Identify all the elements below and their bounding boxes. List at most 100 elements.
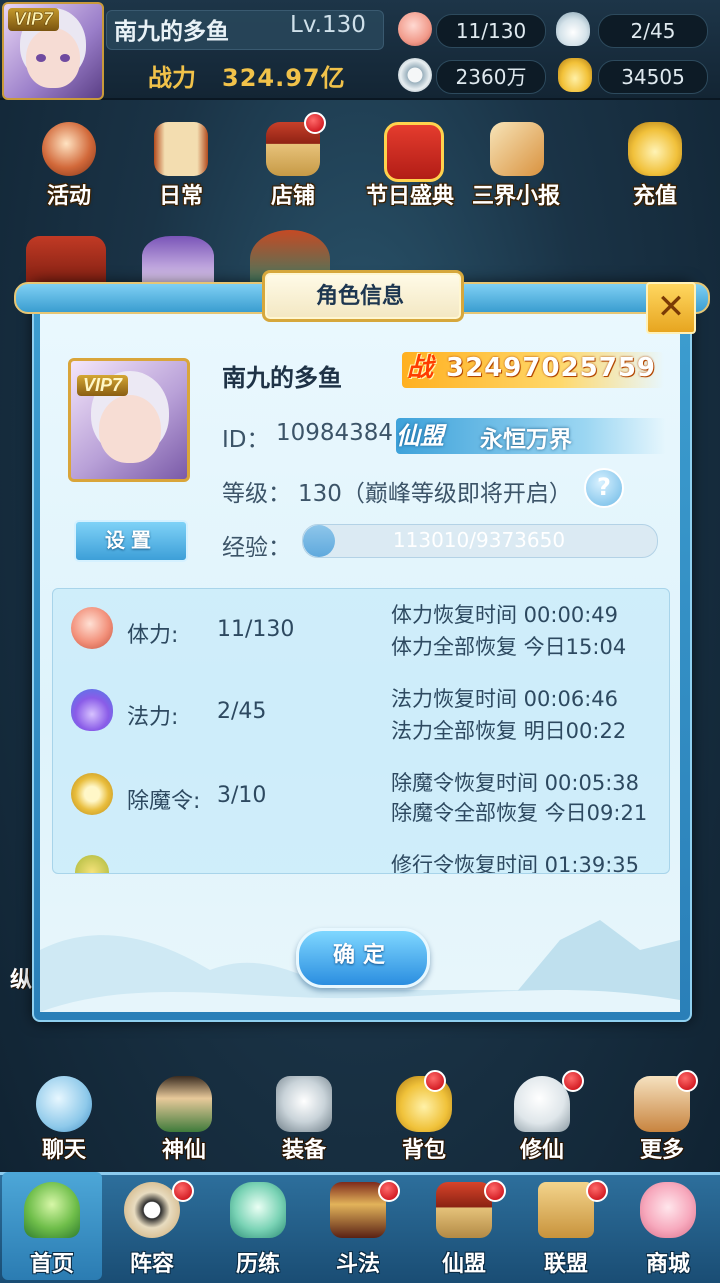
vip-badge: VIP7 (8, 8, 60, 31)
newspaper-icon (490, 122, 544, 176)
role-name: 南九的多鱼 (222, 364, 342, 392)
nav-store[interactable]: 商城 (618, 1172, 718, 1280)
bag-button[interactable]: 背包 (384, 1076, 464, 1172)
gourd-icon (230, 1182, 286, 1238)
role-portrait: VIP7 (68, 358, 190, 482)
festival-button[interactable]: 节日盛典 (362, 120, 458, 220)
shop-label: 店铺 (270, 184, 315, 209)
gold-counter[interactable]: 34505 (598, 60, 708, 94)
mana-label: 法力: (127, 705, 179, 730)
shop-button[interactable]: 店铺 (250, 120, 336, 220)
daily-label: 日常 (158, 184, 203, 209)
shop-notification-dot (304, 112, 326, 134)
guild-name: 永恒万界 (480, 427, 572, 453)
daily-button[interactable]: 日常 (138, 120, 224, 220)
armor-icon (276, 1076, 332, 1132)
token-icon (71, 773, 113, 815)
recharge-label: 充值 (632, 184, 677, 209)
avatar-eye-right (60, 54, 70, 62)
portrait-face (99, 395, 161, 463)
settings-button[interactable]: 设置 (74, 520, 188, 562)
silver-counter[interactable]: 2360万 (436, 60, 546, 94)
cultivate-notification-dot (562, 1070, 584, 1092)
nav-guild-label: 仙盟 (441, 1252, 486, 1277)
power-label: 战力 (148, 64, 196, 92)
player-avatar[interactable]: VIP7 (2, 2, 104, 100)
practice-token-recover-time: 修行令恢复时间 01:39:35 (391, 853, 639, 874)
mana-full-recover: 法力全部恢复 明日00:22 (391, 719, 627, 743)
stamina-counter[interactable]: 11/130 (436, 14, 546, 48)
demon-token-label: 除魔令: (127, 789, 201, 814)
immortals-button[interactable]: 神仙 (144, 1076, 224, 1172)
bag-label: 背包 (401, 1138, 446, 1163)
news-button[interactable]: 三界小报 (468, 120, 564, 220)
nav-home-label: 首页 (29, 1252, 74, 1277)
event-icon-partial[interactable] (26, 236, 106, 288)
equipment-button[interactable]: 装备 (264, 1076, 344, 1172)
peach-icon (71, 607, 113, 649)
battle-power-icon: 战 (406, 353, 433, 383)
confirm-button[interactable]: 确定 (296, 928, 430, 988)
more-notification-dot (676, 1070, 698, 1092)
close-button[interactable]: ✕ (646, 282, 696, 334)
fairy-icon-partial[interactable] (142, 236, 214, 286)
nav-lineup-label: 阵容 (129, 1252, 174, 1277)
close-icon: ✕ (656, 287, 686, 327)
money-bag-icon (628, 122, 682, 176)
alliance-notification-dot (586, 1180, 608, 1202)
recharge-button[interactable]: 充值 (612, 120, 698, 220)
stamina-recover-time: 体力恢复时间 00:00:49 (391, 603, 618, 627)
scroll-icon (154, 122, 208, 176)
chat-bubble-icon (36, 1076, 92, 1132)
silver-coin-icon (398, 58, 432, 92)
mana-value: 2/45 (217, 699, 267, 724)
drum-icon (42, 122, 96, 176)
avatar-eye-left (36, 54, 46, 62)
portrait-vip-badge: VIP7 (77, 375, 129, 396)
flame-icon (556, 12, 590, 46)
activity-button[interactable]: 活动 (26, 120, 112, 220)
fox-girl-icon (640, 1182, 696, 1238)
demon-token-full-recover: 除魔令全部恢复 今日09:21 (391, 801, 648, 825)
nav-training[interactable]: 历练 (208, 1172, 308, 1280)
help-icon[interactable]: ? (584, 468, 624, 508)
id-value: 10984384 (276, 420, 394, 446)
side-menu-label[interactable]: 纵 (10, 962, 32, 994)
guild-notification-dot (484, 1180, 506, 1202)
equipment-label: 装备 (281, 1138, 326, 1163)
level-value: 130（巅峰等级即将开启） (298, 481, 572, 507)
activity-label: 活动 (46, 184, 91, 209)
stamina-value: 11/130 (217, 617, 295, 642)
dialog-title: 角色信息 (315, 284, 404, 309)
immortal-character-icon (156, 1076, 212, 1132)
chat-button[interactable]: 聊天 (24, 1076, 104, 1172)
cultivate-label: 修仙 (519, 1138, 564, 1163)
practice-token-icon (75, 855, 109, 873)
demon-token-value: 3/10 (217, 783, 267, 808)
lineup-notification-dot (172, 1180, 194, 1202)
player-level: Lv.130 (290, 12, 366, 38)
nav-alliance-label: 联盟 (543, 1252, 588, 1277)
purple-flame-icon (71, 689, 113, 731)
battle-notification-dot (378, 1180, 400, 1202)
stamina-full-recover: 体力全部恢复 今日15:04 (391, 635, 627, 659)
demon-token-recover-time: 除魔令恢复时间 00:05:38 (391, 771, 639, 795)
more-label: 更多 (639, 1138, 684, 1163)
bag-notification-dot (424, 1070, 446, 1092)
festival-label: 节日盛典 (365, 184, 454, 209)
role-power-value: 32497025759 (446, 353, 656, 383)
nav-store-label: 商城 (645, 1252, 690, 1277)
nav-training-label: 历练 (235, 1252, 280, 1277)
stats-panel[interactable]: 体力: 11/130 体力恢复时间 00:00:49 体力全部恢复 今日15:0… (52, 588, 670, 874)
player-name: 南九的多鱼 (114, 19, 229, 45)
island-icon (24, 1182, 80, 1238)
guild-badge-icon: 仙盟 (396, 422, 444, 450)
mana-counter[interactable]: 2/45 (598, 14, 708, 48)
mana-recover-time: 法力恢复时间 00:06:46 (391, 687, 618, 711)
id-label: ID： (222, 427, 270, 453)
peach-icon (398, 12, 432, 46)
immortals-label: 神仙 (161, 1138, 206, 1163)
chat-label: 聊天 (41, 1138, 86, 1163)
power-value: 324.97亿 (222, 64, 346, 92)
nav-home[interactable]: 首页 (2, 1172, 102, 1280)
